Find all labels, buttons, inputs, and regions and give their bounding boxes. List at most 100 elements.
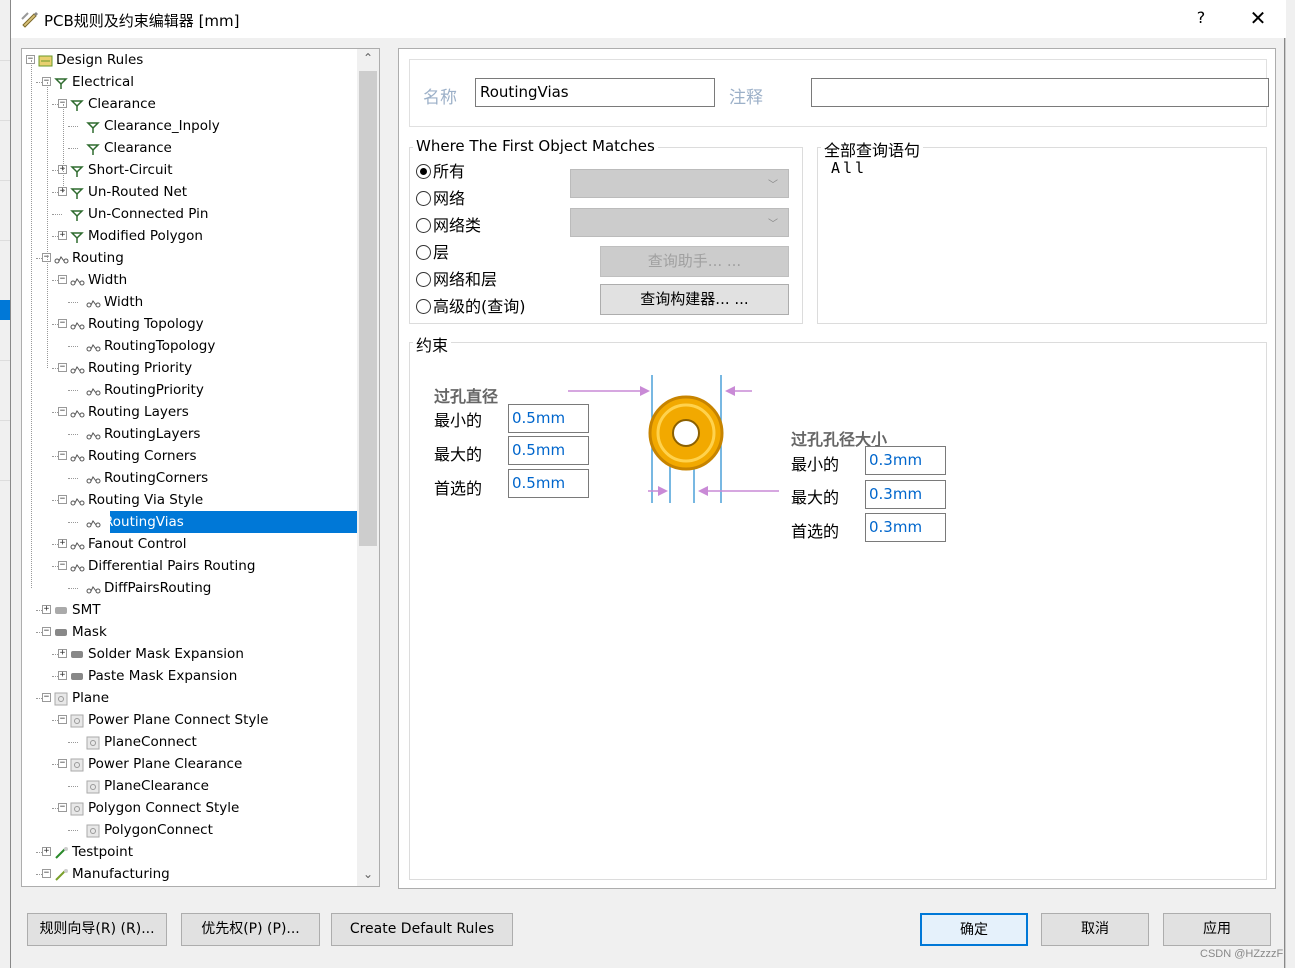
expand-icon[interactable]: + (58, 671, 67, 680)
rule-comment-input[interactable] (811, 78, 1269, 107)
tree-node[interactable]: − Routing Priority (22, 357, 352, 379)
expand-icon[interactable]: + (42, 847, 51, 856)
tree-node[interactable]: − Routing Corners (22, 445, 352, 467)
tree-node[interactable]: − Electrical (22, 71, 352, 93)
scroll-up-icon[interactable]: ⌃ (357, 51, 379, 69)
cancel-button[interactable]: 取消 (1041, 913, 1149, 946)
expand-icon[interactable]: + (42, 605, 51, 614)
radio-advanced-query[interactable]: 高级的(查询) (416, 296, 526, 318)
tree-node[interactable]: − Plane (22, 687, 352, 709)
collapse-icon[interactable]: − (58, 759, 67, 768)
radio-all[interactable]: 所有 (416, 161, 465, 183)
query-builder-button[interactable]: 查询构建器... ... (600, 284, 789, 315)
apply-button[interactable]: 应用 (1163, 913, 1271, 946)
ok-button[interactable]: 确定 (920, 913, 1028, 946)
collapse-icon[interactable]: − (58, 319, 67, 328)
tree-node[interactable]: + Solder Mask Expansion (22, 643, 352, 665)
help-button[interactable]: ? (1191, 8, 1211, 30)
tree-node[interactable]: Clearance (22, 137, 352, 159)
tree-node[interactable]: − Power Plane Connect Style (22, 709, 352, 731)
tree-node[interactable]: RoutingCorners (22, 467, 352, 489)
hole-size-min-label: 最小的 (791, 455, 840, 474)
expand-icon[interactable]: + (58, 539, 67, 548)
tree-node[interactable]: DiffPairsRouting (22, 577, 352, 599)
tree-node-label: Solder Mask Expansion (88, 646, 244, 662)
tree-node[interactable]: + Un-Routed Net (22, 181, 352, 203)
tree-node[interactable]: − Polygon Connect Style (22, 797, 352, 819)
tree-node[interactable]: PlaneClearance (22, 775, 352, 797)
tree-node-label: Differential Pairs Routing (88, 558, 256, 574)
tree-node[interactable]: PolygonConnect (22, 819, 352, 841)
plane-icon (70, 801, 85, 816)
tree-node[interactable]: − Differential Pairs Routing (22, 555, 352, 577)
tree-node[interactable]: + Short-Circuit (22, 159, 352, 181)
via-diameter-title: 过孔直径 (434, 387, 499, 406)
expand-icon[interactable]: + (58, 649, 67, 658)
tree-node[interactable]: − Mask (22, 621, 352, 643)
radio-layer[interactable]: 层 (416, 242, 449, 264)
query-text[interactable]: All (831, 159, 867, 177)
collapse-icon[interactable]: − (42, 693, 51, 702)
collapse-icon[interactable]: − (58, 451, 67, 460)
priorities-button[interactable]: 优先权(P) (P)... (181, 913, 320, 946)
tree-node-label: Clearance_Inpoly (104, 118, 220, 134)
routing-icon (54, 251, 69, 265)
tree-node[interactable]: − Design Rules (22, 49, 352, 71)
expand-icon[interactable]: + (58, 231, 67, 240)
rule-wizard-button[interactable]: 规则向导(R) (R)... (27, 913, 167, 946)
tree-node[interactable]: Un-Connected Pin (22, 203, 352, 225)
hole-size-max-input[interactable]: 0.3mm (865, 480, 946, 509)
routing-icon (70, 405, 85, 419)
tree-node[interactable]: − Clearance (22, 93, 352, 115)
query-helper-button[interactable]: 查询助手... ... (600, 246, 789, 277)
tree-node[interactable]: RoutingPriority (22, 379, 352, 401)
tree-node[interactable]: RoutingVias (22, 511, 352, 533)
rule-tree[interactable]: − Design Rules − Electrical − Clearance Cleara… (21, 48, 380, 887)
collapse-icon[interactable]: − (58, 803, 67, 812)
tree-node[interactable]: − Routing Topology (22, 313, 352, 335)
tree-node-label: Width (88, 272, 128, 288)
tree-node[interactable]: + Fanout Control (22, 533, 352, 555)
collapse-icon[interactable]: − (58, 561, 67, 570)
scroll-down-icon[interactable]: ⌄ (357, 867, 379, 885)
tree-node[interactable]: + Testpoint (22, 841, 352, 863)
tree-node[interactable]: RoutingTopology (22, 335, 352, 357)
tree-node[interactable]: − Routing Via Style (22, 489, 352, 511)
hole-size-pref-input[interactable]: 0.3mm (865, 513, 946, 542)
radio-net-and-layer[interactable]: 网络和层 (416, 269, 497, 291)
create-default-rules-button[interactable]: Create Default Rules (331, 913, 513, 946)
tree-node[interactable]: RoutingLayers (22, 423, 352, 445)
tree-node[interactable]: − Power Plane Clearance (22, 753, 352, 775)
collapse-icon[interactable]: − (58, 715, 67, 724)
tree-node[interactable]: − Routing (22, 247, 352, 269)
first-object-match-title: Where The First Object Matches (413, 137, 658, 155)
radio-net-class[interactable]: 网络类 (416, 215, 481, 237)
collapse-icon[interactable]: − (42, 627, 51, 636)
collapse-icon[interactable]: − (58, 495, 67, 504)
tree-node[interactable]: − Manufacturing (22, 863, 352, 885)
tree-node-label: Electrical (72, 74, 135, 90)
tree-node[interactable]: − Width (22, 269, 352, 291)
radio-net[interactable]: 网络 (416, 188, 465, 210)
tree-node[interactable]: Width (22, 291, 352, 313)
tree-node[interactable]: + SMT (22, 599, 352, 621)
scroll-thumb[interactable] (359, 71, 377, 546)
collapse-icon[interactable]: − (58, 363, 67, 372)
tree-node-label: Routing (72, 250, 124, 266)
close-button[interactable]: ✕ (1246, 6, 1270, 32)
tree-node[interactable]: − Routing Layers (22, 401, 352, 423)
collapse-icon[interactable]: − (42, 869, 51, 878)
tree-node-label: Mask (72, 624, 107, 640)
tree-node[interactable]: + Modified Polygon (22, 225, 352, 247)
net-class-select[interactable]: ﹀ (570, 208, 789, 237)
hole-size-min-input[interactable]: 0.3mm (865, 446, 946, 475)
net-select[interactable]: ﹀ (570, 169, 789, 198)
tree-scrollbar[interactable]: ⌃ ⌄ (357, 49, 379, 886)
collapse-icon[interactable]: − (58, 407, 67, 416)
tree-node[interactable]: + Paste Mask Expansion (22, 665, 352, 687)
rule-name-input[interactable]: RoutingVias (475, 78, 715, 107)
tree-node[interactable]: Clearance_Inpoly (22, 115, 352, 137)
collapse-icon[interactable]: − (58, 275, 67, 284)
tree-node[interactable]: PlaneConnect (22, 731, 352, 753)
plane-rule-icon (86, 735, 101, 750)
